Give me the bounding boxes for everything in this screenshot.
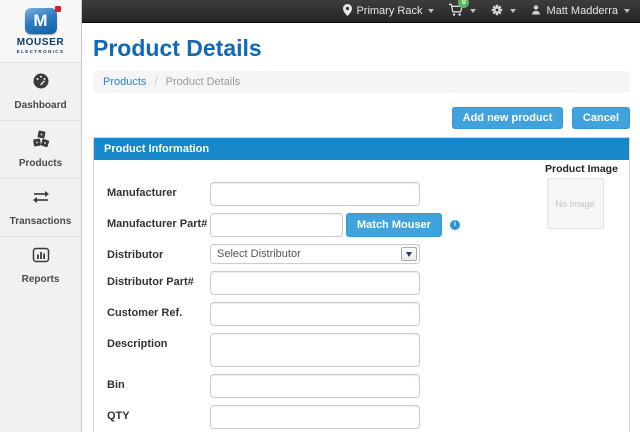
field-label: Description (107, 333, 210, 367)
distributor-selected-value: Select Distributor (217, 248, 301, 260)
panel-body: Product Image No Image Manufacturer Manu… (94, 160, 629, 432)
info-icon[interactable]: i (450, 220, 460, 230)
manufacturer-input[interactable] (210, 182, 420, 206)
panel-header: Product Information (94, 138, 629, 160)
products-boxes-icon (0, 129, 81, 149)
select-dropdown-arrow-icon (401, 247, 417, 261)
sidebar: M MOUSER ELECTRONICS Dashboard Products … (0, 0, 82, 432)
field-label: Customer Ref. (107, 302, 210, 326)
location-dropdown[interactable]: Primary Rack (343, 4, 434, 19)
user-menu[interactable]: Matt Madderra (530, 4, 630, 19)
description-textarea[interactable] (210, 333, 420, 367)
location-label: Primary Rack (356, 5, 422, 17)
settings-dropdown[interactable] (490, 3, 516, 20)
dashboard-gauge-icon (0, 71, 81, 91)
user-name-label: Matt Madderra (546, 5, 618, 17)
form-row-qty: QTY (107, 405, 629, 429)
field-label: Manufacturer Part# (107, 213, 210, 237)
product-image-section: Product Image No Image (545, 163, 605, 229)
sidebar-item-transactions[interactable]: Transactions (0, 178, 81, 236)
chevron-down-icon (470, 9, 476, 13)
form-row-distributor-part: Distributor Part# (107, 271, 629, 295)
field-label: QTY (107, 405, 210, 429)
bin-input[interactable] (210, 374, 420, 398)
add-new-product-button[interactable]: Add new product (452, 107, 564, 129)
form-row-bin: Bin (107, 374, 629, 398)
sidebar-item-dashboard[interactable]: Dashboard (0, 62, 81, 120)
mouser-logo[interactable]: M MOUSER ELECTRONICS (0, 0, 81, 62)
page-title: Product Details (93, 35, 630, 62)
field-label: Distributor (107, 244, 210, 264)
breadcrumb-current: Product Details (166, 76, 241, 88)
form-row-description: Description (107, 333, 629, 367)
top-bar: Primary Rack 0 Matt Madderra (82, 0, 640, 23)
field-label: Manufacturer (107, 182, 210, 206)
sidebar-item-label: Reports (22, 274, 60, 285)
main-content: Product Details Products / Product Detai… (83, 24, 640, 432)
mouser-logo-monogram: M (25, 8, 57, 34)
qty-input[interactable] (210, 405, 420, 429)
user-avatar-icon (530, 4, 542, 19)
product-image-placeholder: No Image (547, 178, 604, 229)
chevron-down-icon (510, 9, 516, 13)
distributor-select[interactable]: Select Distributor (210, 244, 420, 264)
cart-dropdown[interactable]: 0 (448, 3, 476, 20)
manufacturer-part-input[interactable] (210, 213, 343, 237)
app-window: M MOUSER ELECTRONICS Dashboard Products … (0, 0, 640, 432)
customer-ref-input[interactable] (210, 302, 420, 326)
logo-m: M (33, 11, 47, 30)
logo-name: MOUSER (0, 37, 81, 48)
sidebar-item-label: Dashboard (14, 100, 66, 111)
sidebar-item-products[interactable]: Products (0, 120, 81, 178)
breadcrumb: Products / Product Details (93, 71, 630, 93)
chevron-down-icon (428, 9, 434, 13)
cancel-button[interactable]: Cancel (572, 107, 630, 129)
product-image-label: Product Image (545, 163, 605, 175)
sidebar-item-label: Transactions (10, 216, 72, 227)
gear-icon (490, 3, 504, 20)
page-actions: Add new product Cancel (93, 107, 630, 129)
field-label: Bin (107, 374, 210, 398)
chevron-down-icon (624, 9, 630, 13)
distributor-part-input[interactable] (210, 271, 420, 295)
match-mouser-button[interactable]: Match Mouser (346, 213, 442, 237)
cart-count-badge: 0 (458, 0, 469, 8)
form-row-customer-ref: Customer Ref. (107, 302, 629, 326)
product-information-panel: Product Information Product Image No Ima… (93, 137, 630, 432)
no-image-text: No Image (555, 199, 594, 209)
sidebar-item-reports[interactable]: Reports (0, 236, 81, 294)
location-pin-icon (343, 4, 352, 19)
reports-chart-icon (0, 245, 81, 265)
breadcrumb-link-products[interactable]: Products (103, 76, 146, 88)
form-row-distributor: Distributor Select Distributor (107, 244, 629, 264)
field-label: Distributor Part# (107, 271, 210, 295)
logo-red-square (55, 6, 61, 12)
logo-subtitle: ELECTRONICS (0, 49, 81, 54)
breadcrumb-separator: / (154, 76, 157, 88)
cart-icon: 0 (448, 3, 464, 20)
sidebar-item-label: Products (19, 158, 62, 169)
transactions-arrows-icon (0, 187, 81, 207)
